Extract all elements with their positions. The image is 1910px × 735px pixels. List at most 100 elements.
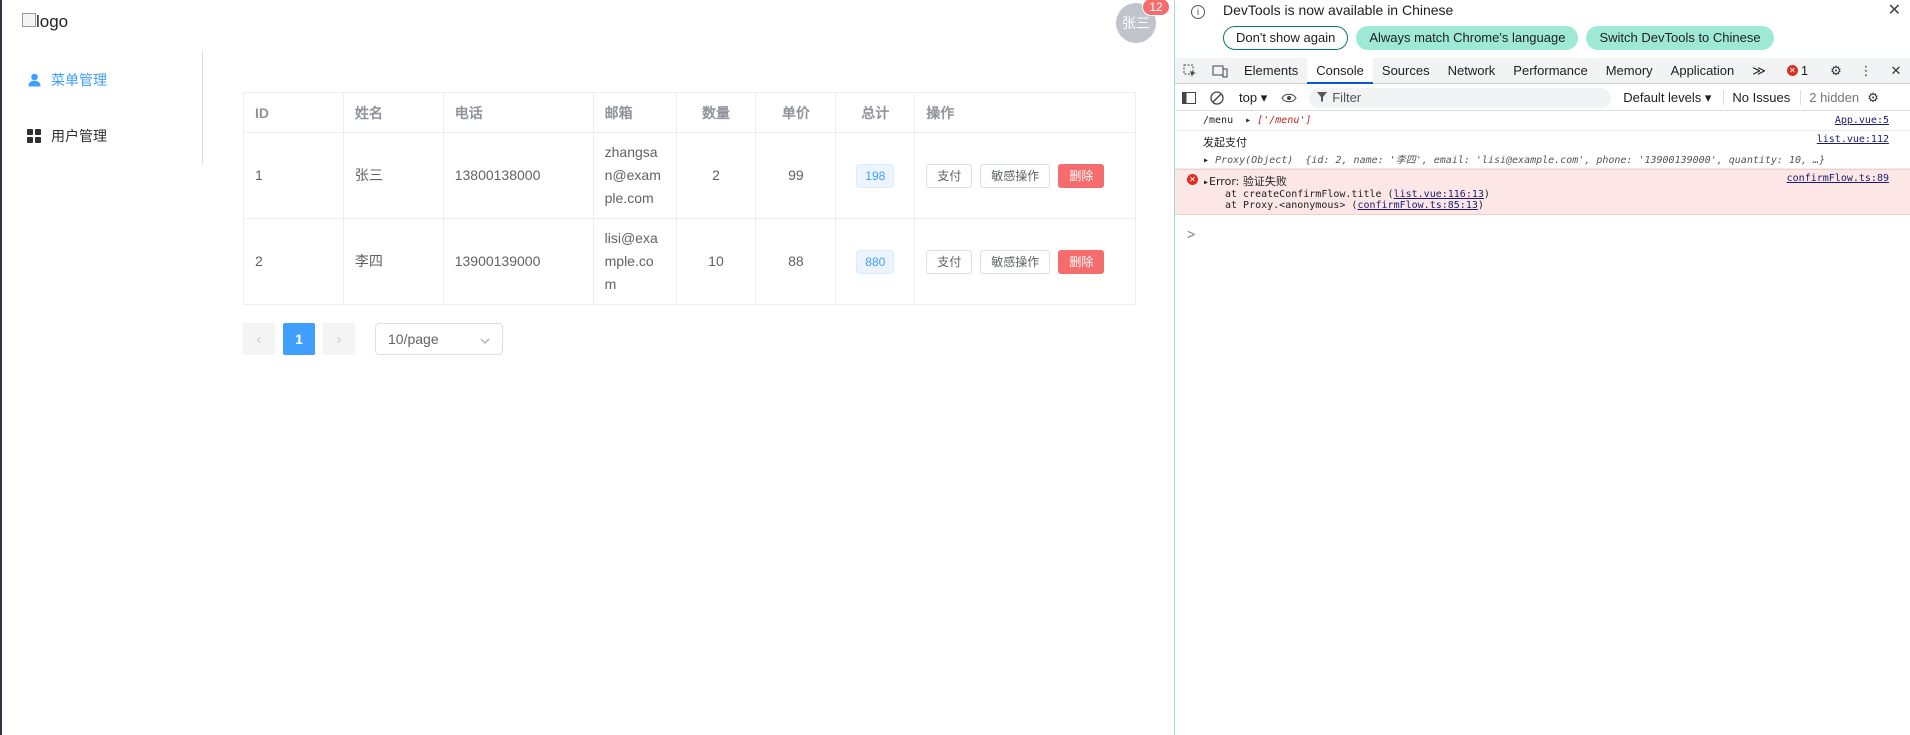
table-row: 2 李四 13900139000 lisi@example.com 10 88 …	[243, 218, 1136, 305]
error-source-link[interactable]: confirmFlow.ts:89	[1787, 173, 1889, 184]
console-error-line: ✕ ▸Error: 验证失败 at createConfirmFlow.titl…	[1175, 169, 1910, 215]
column-header-phone[interactable]: 电话	[442, 92, 594, 133]
tab-elements[interactable]: Elements	[1235, 58, 1307, 84]
logo: logo	[22, 12, 68, 32]
column-header-price[interactable]: 单价	[755, 92, 837, 133]
close-devtools-icon[interactable]: ✕	[1881, 58, 1910, 84]
hidden-messages-count: 2 hidden	[1800, 90, 1859, 105]
app-window: logo 张三 1 2 菜单管理 用户管理 ID 姓名 电话 邮箱 数量 单价 总…	[0, 0, 1174, 735]
log-text: 发起支付	[1203, 136, 1247, 149]
notice-buttons: Don't show again Always match Chrome's l…	[1223, 26, 1782, 50]
user-icon	[26, 72, 42, 88]
console-log-line: 发起支付 ▸ Proxy(Object) {id: 2, name: '李四',…	[1175, 131, 1910, 169]
delete-button[interactable]: 删除	[1058, 249, 1105, 274]
devtools-panel: i DevTools is now available in Chinese ✕…	[1174, 0, 1910, 735]
broken-image-icon	[22, 13, 36, 27]
error-message: Error: 验证失败	[1209, 175, 1287, 188]
console-prompt[interactable]: >	[1187, 226, 1195, 242]
logo-alt-text: logo	[36, 12, 69, 31]
log-source-link[interactable]: App.vue:5	[1835, 115, 1889, 126]
sidebar-item-user-management[interactable]: 用户管理	[26, 125, 107, 147]
log-object-type: Proxy(Object)	[1215, 155, 1294, 166]
log-array-value[interactable]: ['/menu']	[1257, 115, 1311, 126]
error-icon: ✕	[1786, 65, 1798, 76]
devtools-tabbar: Elements Console Sources Network Perform…	[1175, 57, 1910, 84]
column-header-quantity[interactable]: 数量	[675, 92, 757, 133]
cell-phone: 13900139000	[442, 218, 594, 305]
sidebar-toggle-icon[interactable]	[1175, 85, 1203, 111]
log-source-link[interactable]: list.vue:112	[1817, 134, 1889, 145]
sensitive-action-button[interactable]: 敏感操作	[980, 249, 1051, 274]
delete-button[interactable]: 删除	[1058, 163, 1105, 188]
tab-memory[interactable]: Memory	[1597, 58, 1662, 84]
tab-application[interactable]: Application	[1662, 58, 1744, 84]
console-output: /menu ▸ ['/menu'] App.vue:5 发起支付 ▸ Proxy…	[1175, 112, 1910, 215]
column-header-email[interactable]: 邮箱	[592, 92, 677, 133]
expand-triangle-icon[interactable]: ▸	[1245, 115, 1251, 126]
tab-sources[interactable]: Sources	[1373, 58, 1439, 84]
cell-name: 张三	[342, 132, 444, 219]
dont-show-again-button[interactable]: Don't show again	[1223, 26, 1349, 50]
next-page-button[interactable]: ›	[323, 323, 355, 355]
column-header-actions: 操作	[914, 92, 1136, 133]
cell-actions: 支付 敏感操作 删除	[914, 132, 1136, 219]
cell-quantity: 2	[675, 132, 757, 219]
sidebar-item-label: 用户管理	[51, 128, 107, 144]
log-object-row[interactable]: ▸ Proxy(Object) {id: 2, name: '李四', emai…	[1203, 151, 1910, 166]
cell-total: 198	[835, 132, 916, 219]
switch-to-chinese-button[interactable]: Switch DevTools to Chinese	[1586, 26, 1774, 50]
error-counter[interactable]: ✕ 1	[1786, 63, 1809, 78]
triangle-down-icon: ▾	[1260, 89, 1268, 105]
always-match-language-button[interactable]: Always match Chrome's language	[1356, 26, 1579, 50]
stack-frame-link[interactable]: confirmFlow.ts:85:13	[1357, 200, 1477, 211]
table-header-row: ID 姓名 电话 邮箱 数量 单价 总计 操作	[243, 92, 1136, 133]
stack-frame-link[interactable]: list.vue:116:13	[1394, 189, 1484, 200]
context-selector[interactable]: top ▾	[1231, 90, 1275, 106]
cell-total: 880	[835, 218, 916, 305]
tab-network[interactable]: Network	[1439, 58, 1505, 84]
settings-gear-icon[interactable]: ⚙	[1821, 58, 1851, 84]
stack-frame-text: at createConfirmFlow.title (	[1225, 189, 1394, 200]
data-table: ID 姓名 电话 邮箱 数量 单价 总计 操作 1 张三 13800138000…	[243, 92, 1136, 305]
pay-button[interactable]: 支付	[926, 163, 973, 188]
email-text: lisi@example.com	[604, 230, 658, 292]
sidebar: 菜单管理 用户管理	[2, 50, 203, 164]
sidebar-item-label: 菜单管理	[51, 72, 107, 88]
table-row: 1 张三 13800138000 zhangsan@example.com 2 …	[243, 132, 1136, 219]
error-count: 1	[1800, 63, 1809, 78]
page-size-select[interactable]: 10/page	[375, 323, 503, 355]
device-toolbar-icon[interactable]	[1205, 58, 1235, 84]
log-levels-dropdown[interactable]: Default levels ▾	[1623, 90, 1711, 106]
console-settings-gear-icon[interactable]: ⚙	[1859, 85, 1887, 111]
column-header-name[interactable]: 姓名	[342, 92, 444, 133]
column-header-total[interactable]: 总计	[835, 92, 916, 133]
more-tabs-icon[interactable]: ≫	[1743, 58, 1775, 84]
console-toolbar: top ▾ Filter Default levels ▾ No Issues …	[1175, 85, 1910, 111]
log-text: /menu	[1203, 115, 1234, 126]
inspect-element-icon[interactable]	[1175, 58, 1205, 84]
tab-performance[interactable]: Performance	[1504, 58, 1596, 84]
eye-icon[interactable]	[1275, 85, 1303, 111]
column-header-id[interactable]: ID	[243, 92, 344, 133]
grid-icon	[26, 128, 42, 144]
console-log-line: /menu ▸ ['/menu'] App.vue:5	[1175, 112, 1910, 131]
sensitive-action-button[interactable]: 敏感操作	[980, 163, 1051, 188]
language-notice: i DevTools is now available in Chinese ✕…	[1175, 0, 1910, 57]
total-tag: 880	[856, 249, 895, 274]
filter-funnel-icon	[1317, 90, 1328, 105]
kebab-menu-icon[interactable]: ⋮	[1851, 58, 1881, 84]
sidebar-item-menu-management[interactable]: 菜单管理	[26, 69, 107, 91]
error-icon: ✕	[1187, 174, 1198, 185]
expand-triangle-icon[interactable]: ▸	[1203, 155, 1209, 166]
issues-indicator[interactable]: No Issues	[1723, 90, 1790, 105]
filter-input[interactable]: Filter	[1309, 87, 1612, 108]
filter-placeholder: Filter	[1332, 90, 1362, 105]
pay-button[interactable]: 支付	[926, 249, 973, 274]
tab-console[interactable]: Console	[1307, 57, 1373, 84]
stack-frame: at Proxy.<anonymous> (confirmFlow.ts:85:…	[1225, 200, 1484, 211]
page-size-value: 10/page	[388, 331, 439, 347]
page-number-button[interactable]: 1	[283, 323, 315, 355]
clear-console-icon[interactable]	[1203, 85, 1231, 111]
close-icon[interactable]: ✕	[1888, 0, 1901, 20]
prev-page-button[interactable]: ‹	[243, 323, 275, 355]
